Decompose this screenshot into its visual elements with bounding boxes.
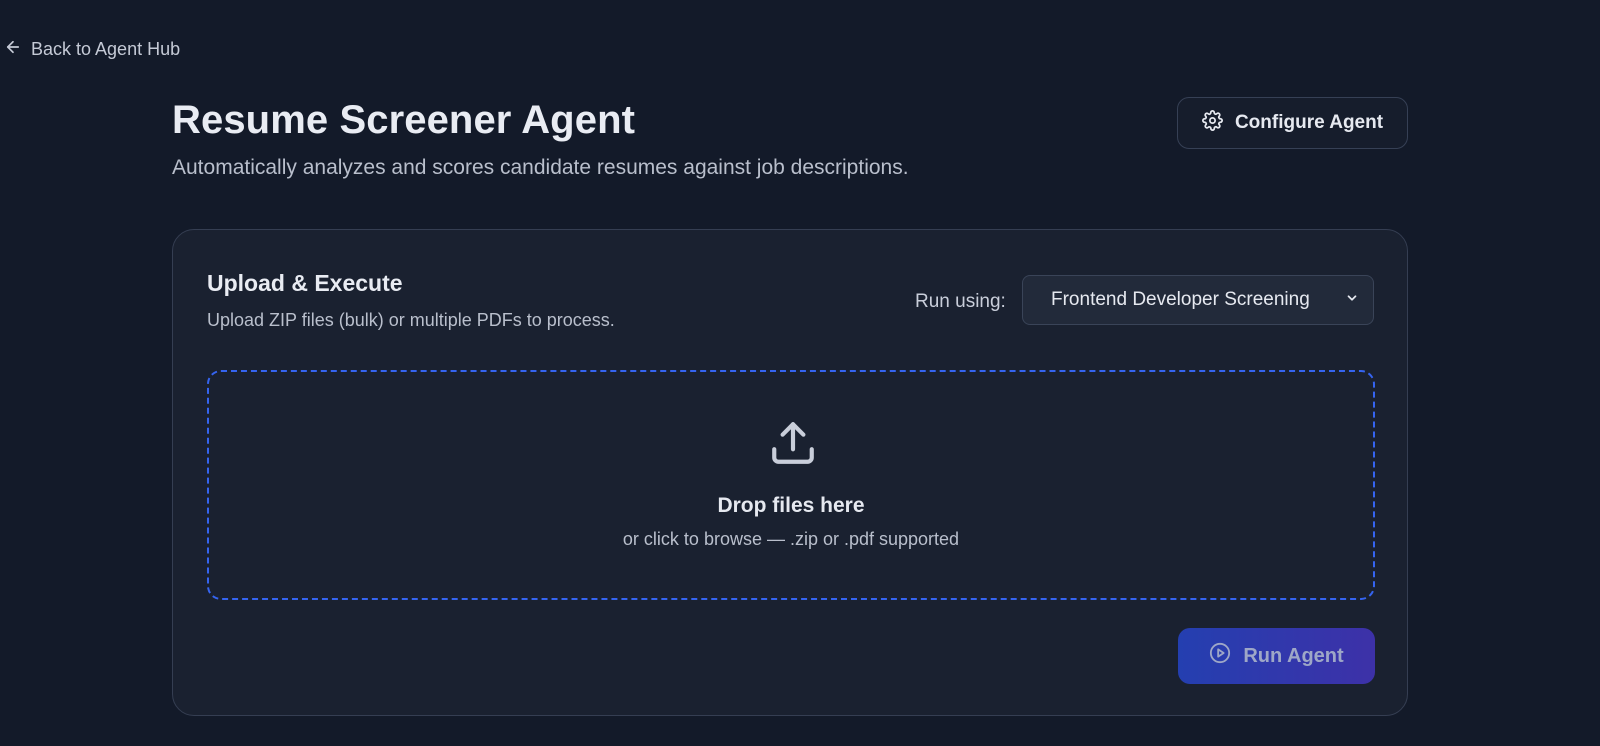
- screening-profile-select[interactable]: Frontend Developer Screening: [1022, 275, 1374, 325]
- configure-agent-button[interactable]: Configure Agent: [1177, 97, 1408, 149]
- run-agent-button[interactable]: Run Agent: [1178, 628, 1375, 684]
- card-description: Upload ZIP files (bulk) or multiple PDFs…: [207, 310, 615, 330]
- run-using-label: Run using:: [915, 291, 1006, 312]
- card-title: Upload & Execute: [207, 270, 403, 296]
- back-to-agent-hub-link[interactable]: Back to Agent Hub: [4, 38, 180, 61]
- run-agent-label: Run Agent: [1243, 644, 1344, 667]
- page-subtitle: Automatically analyzes and scores candid…: [172, 156, 909, 179]
- chevron-down-icon: [1345, 289, 1359, 311]
- page: Back to Agent Hub Resume Screener Agent …: [0, 0, 1600, 746]
- gear-icon: [1202, 109, 1223, 137]
- dropzone-hint: or click to browse — .zip or .pdf suppor…: [622, 529, 960, 549]
- back-link-label: Back to Agent Hub: [31, 39, 181, 59]
- upload-execute-card: Upload & Execute Upload ZIP files (bulk)…: [172, 229, 1408, 716]
- play-circle-icon: [1209, 642, 1231, 670]
- upload-icon: [768, 418, 818, 468]
- page-title: Resume Screener Agent: [172, 98, 636, 142]
- file-dropzone[interactable]: Drop files here or click to browse — .zi…: [207, 370, 1375, 600]
- selected-profile-value: Frontend Developer Screening: [1051, 289, 1310, 310]
- configure-agent-label: Configure Agent: [1234, 112, 1384, 133]
- arrow-left-icon: [4, 38, 22, 61]
- dropzone-title: Drop files here: [717, 494, 865, 517]
